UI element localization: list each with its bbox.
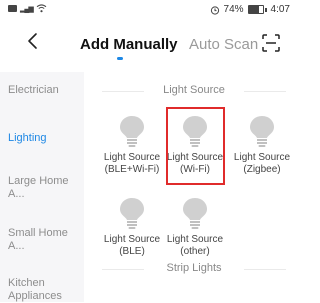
back-icon[interactable]: [22, 30, 44, 52]
selection-highlight: [166, 107, 225, 185]
device-protocol: (other): [180, 246, 210, 257]
section-divider-right: [244, 91, 286, 92]
sidebar-item-kitchen-appliances[interactable]: Kitchen Appliances: [8, 277, 80, 303]
sidebar-item-lighting[interactable]: Lighting: [8, 132, 80, 145]
signal-icon: ▂▄▆: [20, 5, 34, 13]
device-label: Light Source (Zigbee): [224, 152, 300, 176]
sim-icon: [8, 5, 17, 12]
section-divider-right: [244, 269, 286, 270]
section-divider-left: [102, 269, 144, 270]
sidebar-item-large-home-appliances[interactable]: Large Home A...: [8, 175, 80, 201]
light-bulb-icon: [183, 198, 207, 229]
sidebar-item-small-home-appliances[interactable]: Small Home A...: [8, 227, 80, 253]
section-title-strip-lights: Strip Lights: [166, 262, 222, 274]
header: Add Manually Auto Scan: [0, 26, 296, 66]
tab-auto-scan[interactable]: Auto Scan: [189, 36, 258, 53]
status-bar: ▂▄▆ 74% 4:07: [0, 0, 296, 22]
battery-nub: [264, 7, 267, 12]
device-light-source-other[interactable]: Light Source (other): [157, 196, 233, 258]
light-bulb-icon: [250, 116, 274, 147]
light-bulb-icon: [120, 116, 144, 147]
device-name: Light Source: [233, 152, 291, 163]
status-left: ▂▄▆: [8, 4, 47, 13]
category-sidebar: Electrician Lighting Large Home A... Sma…: [0, 72, 84, 302]
sidebar-item-electrician[interactable]: Electrician: [8, 84, 80, 97]
tab-indicator: [117, 57, 123, 60]
device-name: Light Source: [166, 234, 224, 245]
wifi-icon: [36, 4, 47, 13]
clock: 4:07: [270, 4, 290, 15]
device-label: Light Source (other): [157, 234, 233, 258]
section-divider-left: [102, 91, 144, 92]
alarm-icon: [210, 5, 219, 15]
section-title-light-source: Light Source: [163, 84, 225, 96]
status-right: 74% 4:07: [210, 4, 290, 15]
device-protocol: (Zigbee): [243, 164, 281, 175]
device-light-source-zigbee[interactable]: Light Source (Zigbee): [224, 114, 300, 176]
battery-percent: 74%: [223, 4, 244, 15]
scan-icon[interactable]: [262, 34, 280, 52]
light-bulb-icon: [120, 198, 144, 229]
battery-icon: [247, 5, 264, 14]
tab-add-manually[interactable]: Add Manually: [80, 36, 178, 53]
